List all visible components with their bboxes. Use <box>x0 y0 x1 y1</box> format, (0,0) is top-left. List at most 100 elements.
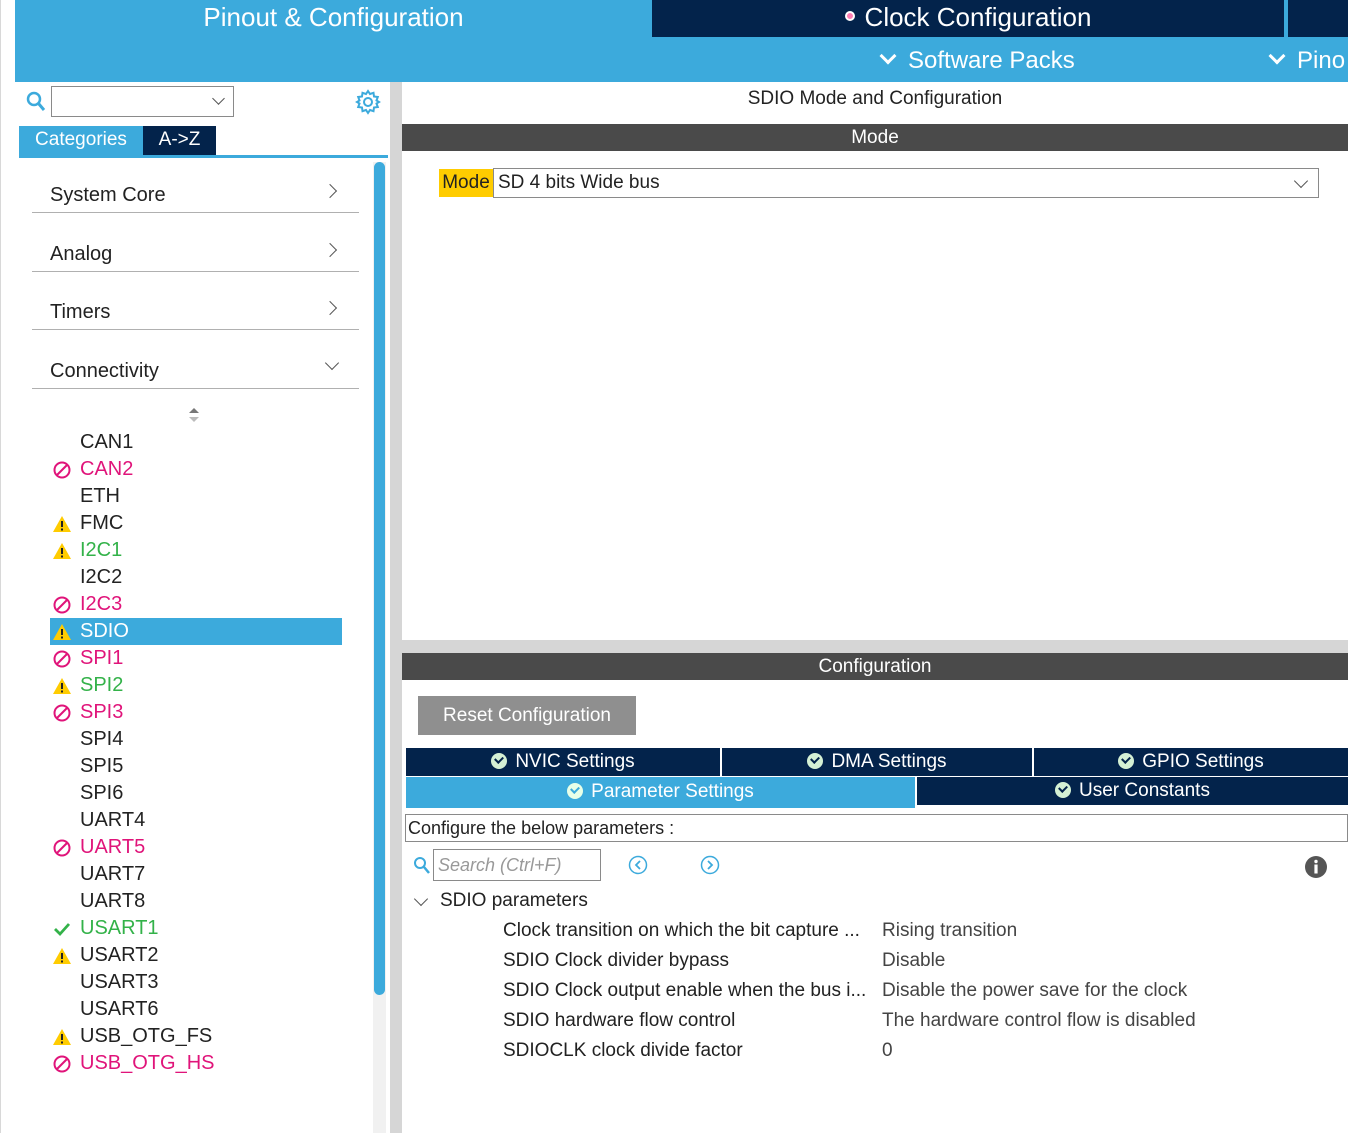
peripheral-label: UART7 <box>80 863 146 885</box>
tab-overflow[interactable] <box>1286 0 1348 37</box>
peripheral-label: USB_OTG_HS <box>80 1052 215 1074</box>
blocked-icon <box>52 649 72 669</box>
peripheral-item[interactable]: CAN1 <box>50 429 342 456</box>
check-circle-icon <box>1118 753 1135 769</box>
status-dot-icon <box>844 11 855 22</box>
peripheral-item[interactable]: USB_OTG_FS <box>50 1023 342 1050</box>
tab-user-constants[interactable]: User Constants <box>917 777 1348 805</box>
tab-gpio-settings[interactable]: GPIO Settings <box>1034 748 1348 776</box>
peripheral-label: SPI5 <box>80 755 124 777</box>
peripheral-item[interactable]: SPI5 <box>50 753 342 780</box>
peripheral-item[interactable]: USB_OTG_HS <box>50 1050 342 1077</box>
chevron-right-icon <box>322 183 338 199</box>
peripheral-item[interactable]: ETH <box>50 483 342 510</box>
parameter-value[interactable]: 0 <box>882 1040 893 1062</box>
peripheral-item[interactable]: SPI3 <box>50 699 342 726</box>
tab-a-to-z[interactable]: A->Z <box>143 126 216 155</box>
parameter-row[interactable]: Clock transition on which the bit captur… <box>503 920 1348 948</box>
blocked-icon <box>52 838 72 858</box>
peripheral-label: SPI6 <box>80 782 124 804</box>
search-input[interactable] <box>51 86 234 117</box>
tab-clock-label: Clock Configuration <box>864 2 1092 32</box>
parameter-name: SDIO hardware flow control <box>503 1010 736 1031</box>
software-packs-menu[interactable]: Software Packs <box>879 44 1075 78</box>
check-circle-icon <box>1055 782 1072 798</box>
chevron-down-icon[interactable] <box>413 891 429 907</box>
check-circle-icon <box>807 753 824 769</box>
info-icon[interactable] <box>1304 855 1328 879</box>
peripheral-label: SDIO <box>80 620 129 642</box>
peripheral-item[interactable]: I2C2 <box>50 564 342 591</box>
category-timers[interactable]: Timers <box>32 289 359 330</box>
peripheral-label: CAN1 <box>80 431 134 453</box>
parameter-value[interactable]: Disable the power save for the clock <box>882 980 1187 1002</box>
chevron-down-icon <box>212 92 225 105</box>
search-icon[interactable] <box>413 856 431 876</box>
peripheral-item[interactable]: UART4 <box>50 807 342 834</box>
peripheral-item[interactable]: FMC <box>50 510 342 537</box>
peripheral-label: ETH <box>80 485 120 507</box>
tab-categories[interactable]: Categories <box>19 126 143 155</box>
peripheral-label: I2C2 <box>80 566 123 588</box>
peripheral-item[interactable]: UART5 <box>50 834 342 861</box>
peripheral-item[interactable]: SPI2 <box>50 672 342 699</box>
parameter-value[interactable]: Disable <box>882 950 945 972</box>
configuration-section-header: Configuration <box>402 653 1348 680</box>
category-connectivity[interactable]: Connectivity <box>32 348 359 389</box>
warning-icon <box>52 676 72 696</box>
parameter-row[interactable]: SDIO hardware flow control The hardware c… <box>503 1010 1348 1038</box>
previous-match-icon[interactable] <box>628 855 648 875</box>
peripheral-item[interactable]: SPI4 <box>50 726 342 753</box>
peripheral-label: CAN2 <box>80 458 134 480</box>
peripheral-label: SPI1 <box>80 647 124 669</box>
parameter-group-label[interactable]: SDIO parameters <box>440 890 588 912</box>
sidebar-scrollbar-thumb[interactable] <box>374 162 385 995</box>
warning-icon <box>52 946 72 966</box>
tab-nvic-settings[interactable]: NVIC Settings <box>406 748 720 776</box>
search-icon[interactable] <box>26 91 46 113</box>
peripheral-item[interactable]: USART3 <box>50 969 342 996</box>
tab-pinout-configuration[interactable]: Pinout & Configuration <box>15 0 652 37</box>
parameter-search-input[interactable]: Search (Ctrl+F) <box>433 849 601 881</box>
peripheral-label: USART6 <box>80 998 159 1020</box>
parameter-value[interactable]: Rising transition <box>882 920 1017 942</box>
tab-clock-configuration[interactable]: Clock Configuration <box>652 0 1284 37</box>
peripheral-item[interactable]: SPI6 <box>50 780 342 807</box>
peripheral-item[interactable]: I2C1 <box>50 537 342 564</box>
mode-select[interactable]: SD 4 bits Wide bus <box>493 168 1319 198</box>
peripheral-label: SPI3 <box>80 701 124 723</box>
reset-configuration-button[interactable]: Reset Configuration <box>418 696 636 735</box>
chevron-down-icon <box>1268 47 1286 65</box>
peripheral-label: UART4 <box>80 809 146 831</box>
window-left-border <box>0 0 1 1133</box>
check-icon <box>52 919 72 939</box>
parameter-row[interactable]: SDIO Clock divider bypass Disable <box>503 950 1348 978</box>
peripheral-item[interactable]: SPI1 <box>50 645 342 672</box>
gear-icon[interactable] <box>355 89 381 115</box>
peripheral-label: SPI4 <box>80 728 124 750</box>
peripheral-item[interactable]: USART1 <box>50 915 342 942</box>
category-label: Timers <box>50 301 111 323</box>
peripheral-item[interactable]: I2C3 <box>50 591 342 618</box>
peripheral-item[interactable]: UART7 <box>50 861 342 888</box>
pinout-menu[interactable]: Pino <box>1268 44 1345 78</box>
category-system-core[interactable]: System Core <box>32 172 359 213</box>
tab-parameter-settings[interactable]: Parameter Settings <box>406 777 915 808</box>
category-analog[interactable]: Analog <box>32 231 359 272</box>
peripheral-item[interactable]: SDIO <box>50 618 342 645</box>
parameter-row[interactable]: SDIO Clock output enable when the bus i.… <box>503 980 1348 1008</box>
next-match-icon[interactable] <box>700 855 720 875</box>
peripheral-label: SPI2 <box>80 674 124 696</box>
peripheral-item[interactable]: USART2 <box>50 942 342 969</box>
parameter-row[interactable]: SDIOCLK clock divide factor 0 <box>503 1040 1348 1068</box>
peripheral-item[interactable]: CAN2 <box>50 456 342 483</box>
parameter-value[interactable]: The hardware control flow is disabled <box>882 1010 1196 1032</box>
sort-icon[interactable] <box>187 406 201 424</box>
peripheral-item[interactable]: USART6 <box>50 996 342 1023</box>
tab-dma-settings[interactable]: DMA Settings <box>722 748 1032 776</box>
category-label: Connectivity <box>50 360 159 382</box>
mode-label: Mode <box>439 169 493 197</box>
horizontal-splitter[interactable] <box>402 640 1348 653</box>
vertical-splitter[interactable] <box>390 82 402 1133</box>
peripheral-item[interactable]: UART8 <box>50 888 342 915</box>
